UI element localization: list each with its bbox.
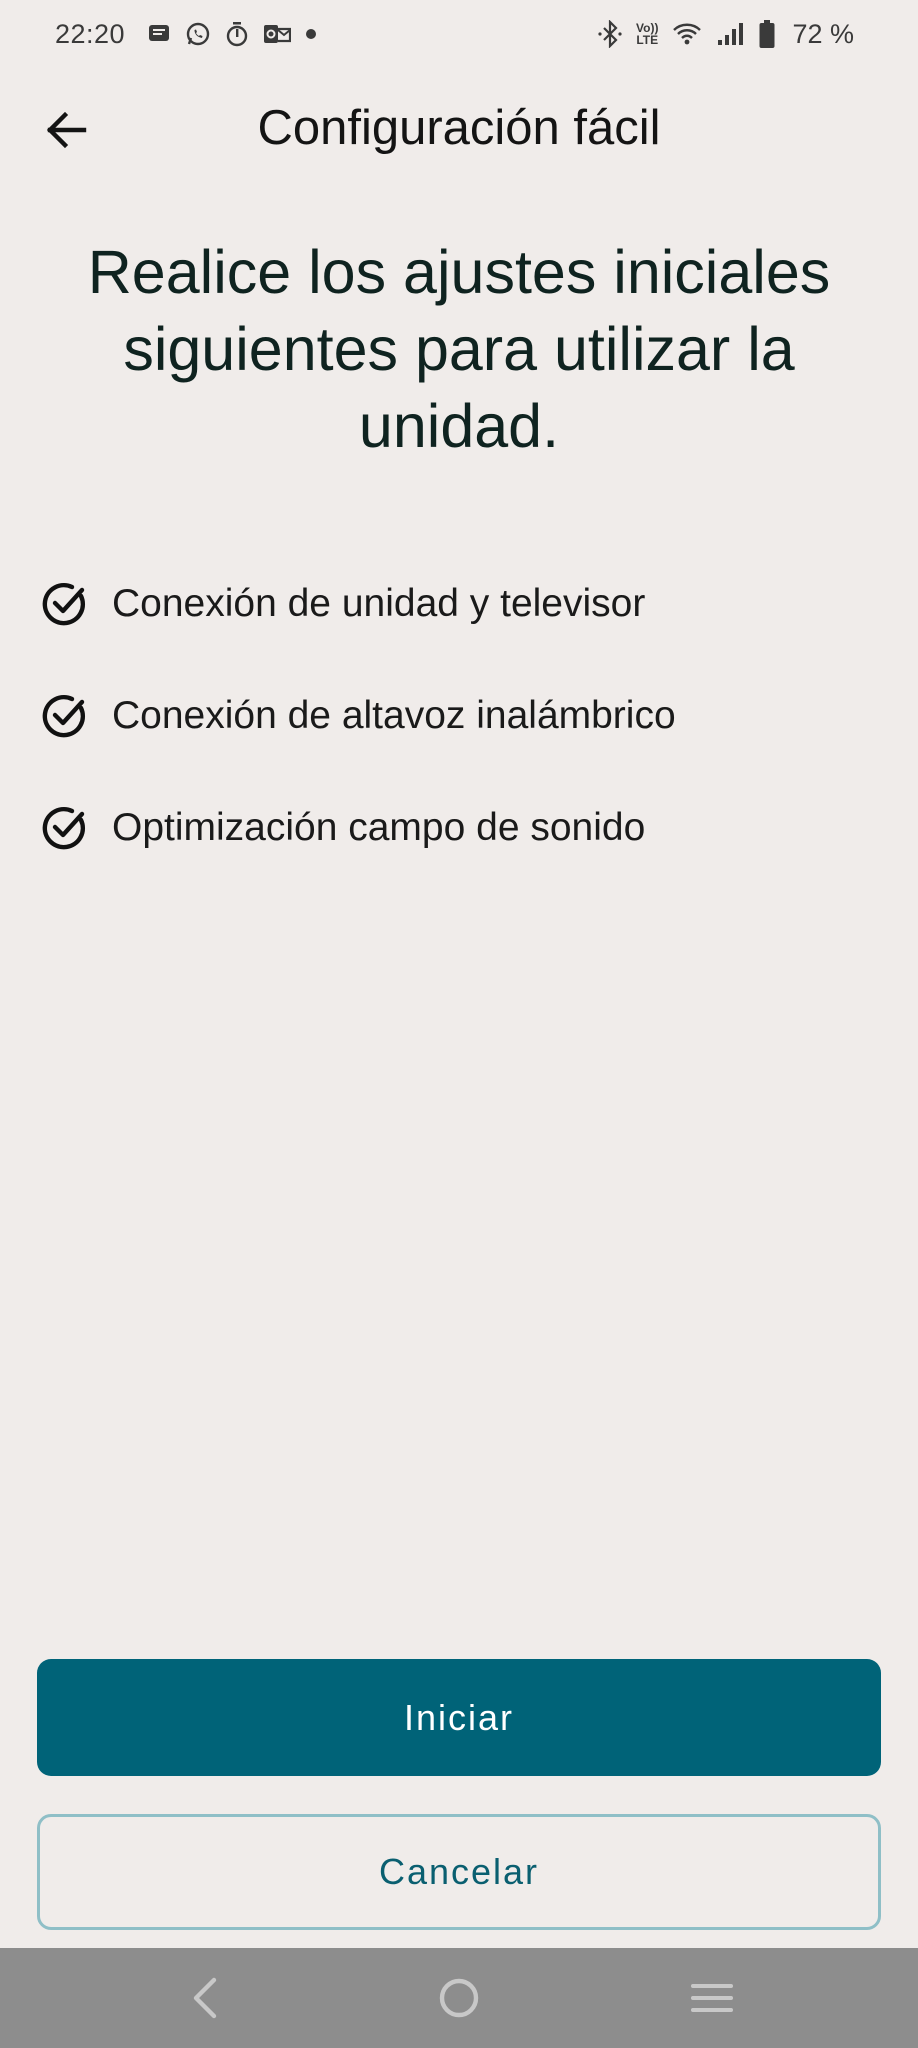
list-item-label: Optimización campo de sonido <box>112 806 646 849</box>
message-icon <box>147 22 171 46</box>
setup-checklist: Conexión de unidad y televisor Conexión … <box>40 576 676 912</box>
list-item-label: Conexión de unidad y televisor <box>112 582 646 625</box>
check-circle-icon <box>40 579 90 629</box>
battery-icon <box>758 19 776 49</box>
whatsapp-icon <box>185 21 211 47</box>
nav-home-button[interactable] <box>414 1953 504 2043</box>
nav-home-icon <box>439 1978 479 2018</box>
check-circle-icon <box>40 803 90 853</box>
volte-label-bottom: LTE <box>636 33 659 47</box>
status-left: 22:20 <box>55 19 317 50</box>
check-circle-icon <box>40 691 90 741</box>
list-item-label: Conexión de altavoz inalámbrico <box>112 694 676 737</box>
screen: 22:20 Vo)) LTE 72 % Configuración fácil … <box>0 0 918 2048</box>
list-item: Optimización campo de sonido <box>40 800 676 856</box>
battery-percentage: 72 % <box>792 18 854 49</box>
signal-icon <box>716 21 744 47</box>
page-title: Configuración fácil <box>257 101 661 155</box>
timer-icon <box>225 21 249 47</box>
nav-back-icon <box>194 1977 217 2019</box>
status-right: Vo)) LTE 72 % <box>598 19 854 50</box>
app-header: Configuración fácil <box>0 90 918 170</box>
status-bar: 22:20 Vo)) LTE 72 % <box>0 0 918 68</box>
list-item: Conexión de altavoz inalámbrico <box>40 688 676 744</box>
nav-recents-icon <box>690 1984 733 2012</box>
cancel-button[interactable]: Cancelar <box>37 1814 881 1930</box>
system-nav-bar <box>0 1948 918 2048</box>
list-item: Conexión de unidad y televisor <box>40 576 676 632</box>
outlook-icon <box>263 22 292 46</box>
bluetooth-icon <box>598 20 622 48</box>
volte-icon: Vo)) LTE <box>636 22 658 46</box>
wifi-icon <box>672 21 702 47</box>
start-button[interactable]: Iniciar <box>37 1659 881 1776</box>
dot-icon <box>305 28 317 40</box>
nav-back-button[interactable] <box>161 1953 251 2043</box>
status-time: 22:20 <box>55 18 126 49</box>
instruction-headline: Realice los ajustes iniciales siguientes… <box>87 238 831 460</box>
nav-recents-button[interactable] <box>667 1953 757 2043</box>
